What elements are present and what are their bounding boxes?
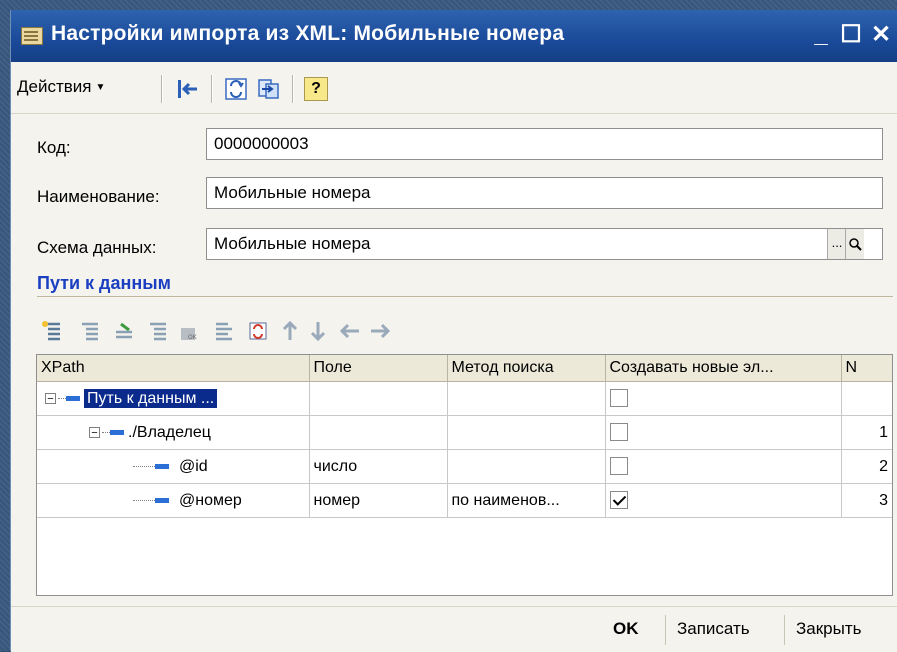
toolbar: Действия ▼ ?	[11, 65, 897, 114]
dropdown-arrow-icon: ▼	[95, 82, 106, 93]
table-row[interactable]: − Путь к данным ...	[37, 381, 892, 416]
create-new-cell[interactable]	[605, 483, 842, 518]
bottom-button-bar: OK Записать Закрыть	[11, 606, 897, 652]
window-title: Настройки импорта из XML: Мобильные номе…	[51, 22, 565, 45]
column-header-n[interactable]: N	[841, 355, 892, 382]
xpath-value: ./Владелец	[128, 423, 211, 441]
n-cell: 2	[841, 449, 892, 484]
schema-select-button[interactable]: ...	[827, 229, 846, 259]
toolbar-separator	[211, 75, 212, 103]
field-cell[interactable]: номер	[309, 483, 448, 518]
close-button[interactable]: Закрыть	[796, 619, 861, 639]
name-field[interactable]: Мобильные номера	[206, 177, 883, 209]
schema-open-button[interactable]	[845, 229, 864, 259]
node-icon	[110, 429, 124, 435]
field-cell[interactable]: число	[309, 449, 448, 484]
actions-label: Действия	[17, 77, 92, 96]
create-new-cell[interactable]	[605, 449, 842, 484]
table-row[interactable]: @номер номер по наименов... 3	[37, 483, 892, 518]
search-method-cell[interactable]	[447, 381, 606, 416]
collapse-icon[interactable]: −	[89, 426, 100, 438]
name-label: Наименование:	[37, 187, 160, 206]
xpath-value: Путь к данным ...	[84, 388, 218, 408]
sync-icon[interactable]	[247, 320, 269, 342]
refresh-icon[interactable]	[224, 77, 248, 101]
save-to-file-icon[interactable]	[257, 77, 281, 101]
ok-button[interactable]: OK	[613, 619, 639, 639]
xpath-value: @номер	[179, 491, 242, 509]
xpath-cell[interactable]: @id	[37, 449, 310, 484]
copy-path-icon[interactable]	[113, 320, 135, 342]
move-left-icon[interactable]	[339, 320, 361, 342]
code-label: Код:	[37, 138, 71, 157]
magnifier-icon	[849, 237, 862, 251]
column-header-search-method[interactable]: Метод поиска	[447, 355, 606, 382]
paths-table[interactable]: XPath Поле Метод поиска Создавать новые …	[36, 354, 893, 596]
field-cell[interactable]	[309, 415, 448, 450]
add-child-path-icon[interactable]	[79, 320, 101, 342]
button-separator	[665, 615, 666, 645]
add-path-icon[interactable]	[41, 320, 63, 342]
paths-section-title: Пути к данным	[37, 273, 171, 293]
move-right-icon[interactable]	[369, 320, 391, 342]
save-button[interactable]: Записать	[677, 619, 750, 639]
xpath-value: @id	[179, 457, 208, 475]
import-arrow-icon[interactable]	[176, 77, 200, 101]
move-up-icon[interactable]	[279, 320, 301, 342]
n-cell: 3	[841, 483, 892, 518]
edit-path-icon[interactable]	[147, 320, 169, 342]
search-method-cell[interactable]	[447, 449, 606, 484]
create-new-checkbox[interactable]	[609, 457, 628, 476]
toolbar-separator	[292, 75, 293, 103]
minimize-button[interactable]: _	[807, 20, 835, 50]
column-header-create-new[interactable]: Создавать новые эл...	[605, 355, 842, 382]
create-new-cell[interactable]	[605, 415, 842, 450]
delete-path-icon[interactable]: OK	[179, 320, 201, 342]
form-icon	[21, 27, 43, 45]
xpath-cell[interactable]: − Путь к данным ...	[37, 381, 310, 416]
button-separator	[784, 615, 785, 645]
create-new-checkbox[interactable]	[609, 423, 628, 442]
node-icon	[66, 395, 80, 401]
table-header-row: XPath Поле Метод поиска Создавать новые …	[37, 355, 892, 382]
table-row[interactable]: @id число 2	[37, 449, 892, 484]
schema-value: Мобильные номера	[214, 234, 371, 253]
import-settings-window: Настройки импорта из XML: Мобильные номе…	[10, 10, 897, 652]
node-icon	[155, 497, 169, 503]
search-method-cell[interactable]	[447, 415, 606, 450]
close-window-button[interactable]: ✕	[867, 20, 895, 50]
create-new-checkbox[interactable]	[609, 491, 628, 510]
section-divider	[37, 296, 893, 297]
actions-menu-button[interactable]: Действия ▼	[17, 77, 105, 97]
schema-label: Схема данных:	[37, 238, 157, 257]
maximize-button[interactable]: ☐	[837, 20, 865, 50]
title-bar[interactable]: Настройки импорта из XML: Мобильные номе…	[11, 10, 897, 62]
list-icon[interactable]	[213, 320, 235, 342]
toolbar-separator	[161, 75, 162, 103]
move-down-icon[interactable]	[307, 320, 329, 342]
schema-field[interactable]: Мобильные номера ...	[206, 228, 883, 260]
column-header-xpath[interactable]: XPath	[37, 355, 310, 382]
column-header-field[interactable]: Поле	[309, 355, 448, 382]
help-icon[interactable]: ?	[304, 77, 328, 101]
xpath-cell[interactable]: @номер	[37, 483, 310, 518]
xpath-cell[interactable]: − ./Владелец	[37, 415, 310, 450]
search-method-cell[interactable]: по наименов...	[447, 483, 606, 518]
table-row[interactable]: − ./Владелец 1	[37, 415, 892, 450]
node-icon	[155, 463, 169, 469]
paths-toolbar: OK	[41, 316, 561, 346]
create-new-cell[interactable]	[605, 381, 842, 416]
svg-text:OK: OK	[188, 334, 198, 341]
n-cell: 1	[841, 415, 892, 450]
n-cell	[841, 381, 892, 416]
code-field[interactable]: 0000000003	[206, 128, 883, 160]
collapse-icon[interactable]: −	[45, 392, 56, 404]
field-cell[interactable]	[309, 381, 448, 416]
create-new-checkbox[interactable]	[609, 389, 628, 408]
